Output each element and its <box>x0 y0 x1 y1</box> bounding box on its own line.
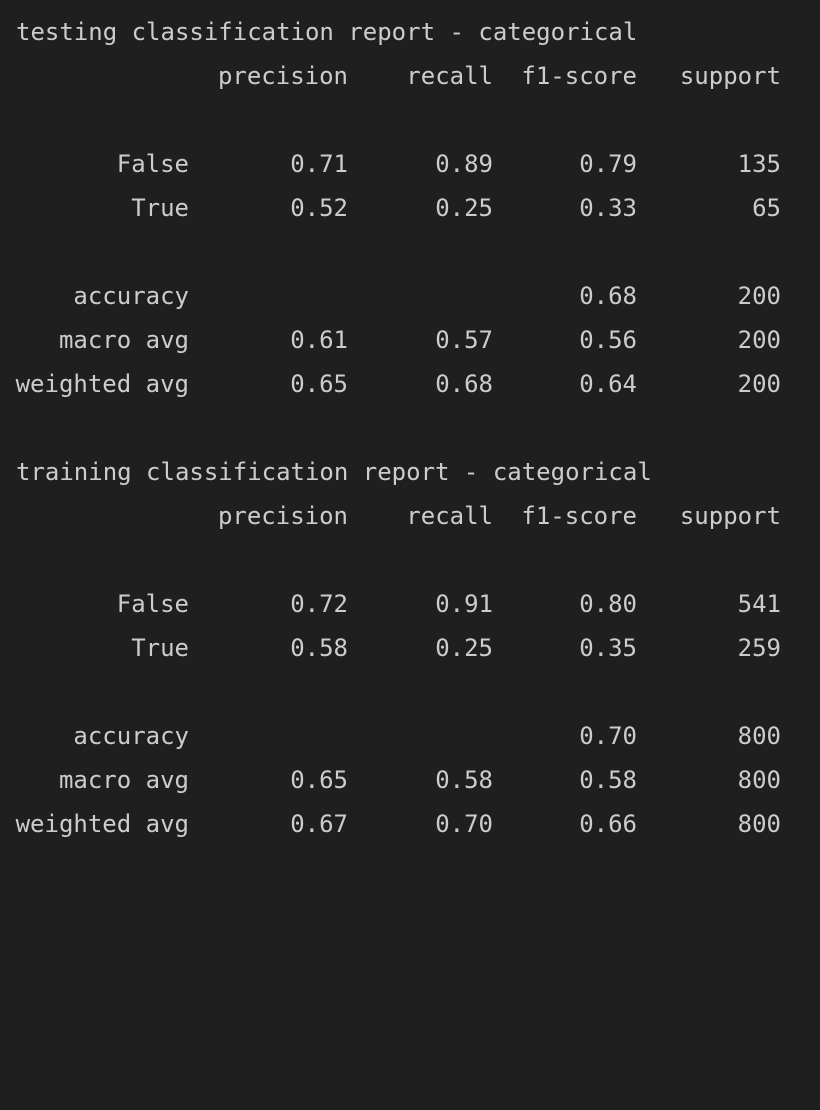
recall-value: 0.58 <box>435 766 493 794</box>
row-label: accuracy <box>73 282 189 310</box>
support-value: 200 <box>737 370 781 398</box>
row-label: False <box>116 150 189 178</box>
table-row: True 0.58 0.25 0.35 259 <box>16 626 806 670</box>
recall-value: 0.91 <box>435 590 493 618</box>
f1-value: 0.68 <box>579 282 637 310</box>
report-title: training classification report - categor… <box>16 450 806 494</box>
f1-value: 0.58 <box>579 766 637 794</box>
precision-value: 0.72 <box>290 590 348 618</box>
precision-value: 0.65 <box>290 766 348 794</box>
precision-value: 0.67 <box>290 810 348 838</box>
row-label: macro avg <box>58 766 189 794</box>
f1-value: 0.33 <box>579 194 637 222</box>
row-label: True <box>131 194 189 222</box>
support-value: 200 <box>737 326 781 354</box>
header-f1-score: f1-score <box>521 62 637 90</box>
f1-value: 0.56 <box>579 326 637 354</box>
report-title: testing classification report - categori… <box>16 10 806 54</box>
precision-value: 0.65 <box>290 370 348 398</box>
table-row: True 0.52 0.25 0.33 65 <box>16 186 806 230</box>
table-row: accuracy 0.68 200 <box>16 274 806 318</box>
header-row: precision recall f1-score support <box>16 54 806 98</box>
row-label: weighted avg <box>15 810 189 838</box>
precision-value: 0.52 <box>290 194 348 222</box>
table-row: accuracy 0.70 800 <box>16 714 806 758</box>
header-support: support <box>679 502 781 530</box>
recall-value: 0.70 <box>435 810 493 838</box>
header-precision: precision <box>217 502 348 530</box>
row-label: accuracy <box>73 722 189 750</box>
header-recall: recall <box>406 62 493 90</box>
header-row: precision recall f1-score support <box>16 494 806 538</box>
precision-value: 0.71 <box>290 150 348 178</box>
table-row: weighted avg 0.67 0.70 0.66 800 <box>16 802 806 846</box>
support-value: 541 <box>737 590 781 618</box>
header-recall: recall <box>406 502 493 530</box>
row-label: macro avg <box>58 326 189 354</box>
table-row: macro avg 0.61 0.57 0.56 200 <box>16 318 806 362</box>
row-label: weighted avg <box>15 370 189 398</box>
row-label: False <box>116 590 189 618</box>
support-value: 259 <box>737 634 781 662</box>
table-row: weighted avg 0.65 0.68 0.64 200 <box>16 362 806 406</box>
report-title-text: testing classification report - categori… <box>16 18 638 46</box>
precision-value: 0.58 <box>290 634 348 662</box>
f1-value: 0.64 <box>579 370 637 398</box>
f1-value: 0.79 <box>579 150 637 178</box>
table-row: False 0.71 0.89 0.79 135 <box>16 142 806 186</box>
recall-value: 0.89 <box>435 150 493 178</box>
header-f1-score: f1-score <box>521 502 637 530</box>
f1-value: 0.35 <box>579 634 637 662</box>
recall-value: 0.25 <box>435 634 493 662</box>
support-value: 800 <box>737 766 781 794</box>
recall-value: 0.68 <box>435 370 493 398</box>
precision-value: 0.61 <box>290 326 348 354</box>
table-row: False 0.72 0.91 0.80 541 <box>16 582 806 626</box>
support-value: 135 <box>737 150 781 178</box>
support-value: 65 <box>752 194 781 222</box>
support-value: 200 <box>737 282 781 310</box>
report-title-text: training classification report - categor… <box>16 458 652 486</box>
recall-value: 0.57 <box>435 326 493 354</box>
terminal-output: testing classification report - categori… <box>16 10 806 846</box>
header-precision: precision <box>217 62 348 90</box>
row-label: True <box>131 634 189 662</box>
header-support: support <box>679 62 781 90</box>
support-value: 800 <box>737 810 781 838</box>
recall-value: 0.25 <box>435 194 493 222</box>
f1-value: 0.80 <box>579 590 637 618</box>
table-row: macro avg 0.65 0.58 0.58 800 <box>16 758 806 802</box>
f1-value: 0.66 <box>579 810 637 838</box>
support-value: 800 <box>737 722 781 750</box>
f1-value: 0.70 <box>579 722 637 750</box>
